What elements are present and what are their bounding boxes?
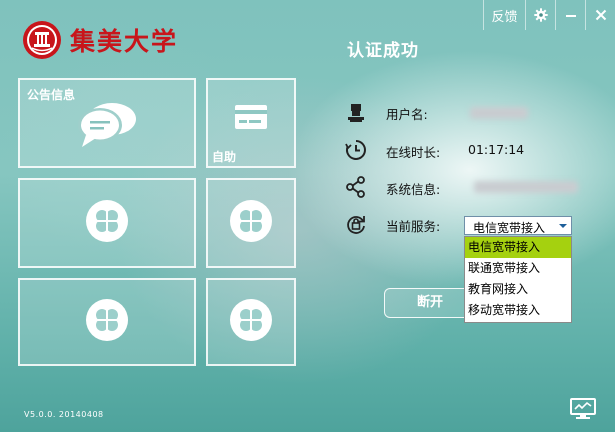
chevron-down-icon[interactable] (555, 217, 571, 234)
clover-icon (85, 199, 129, 247)
notice-tile-label: 公告信息 (27, 88, 76, 102)
university-logo: 集美大学 (22, 20, 178, 60)
username-value-redacted (470, 107, 528, 119)
service-select-value: 电信宽带接入 (473, 221, 546, 235)
service-select[interactable]: 电信宽带接入 (464, 216, 572, 235)
notice-tile[interactable]: 公告信息 (18, 78, 196, 168)
system-info-label: 系统信息: (386, 182, 441, 197)
app-tile-2[interactable] (206, 178, 296, 268)
service-option[interactable]: 联通宽带接入 (465, 258, 571, 279)
feedback-label: 反馈 (491, 9, 518, 25)
clock-icon (345, 140, 366, 160)
app-tile-1[interactable] (18, 178, 196, 268)
disconnect-label: 断开 (416, 295, 443, 310)
clover-icon (229, 298, 273, 346)
university-seal-icon (23, 21, 61, 59)
user-icon (348, 104, 364, 122)
service-option[interactable]: 教育网接入 (465, 279, 571, 300)
service-option[interactable]: 电信宽带接入 (465, 237, 571, 258)
online-time-label: 在线时长: (386, 145, 441, 160)
service-option[interactable]: 移动宽带接入 (465, 300, 571, 321)
current-service-row: 当前服务: (344, 212, 440, 236)
self-service-tile[interactable]: 自助 (206, 78, 296, 168)
service-dropdown-menu: 电信宽带接入 联通宽带接入 教育网接入 移动宽带接入 (464, 236, 572, 323)
gear-icon (533, 8, 548, 22)
disconnect-button[interactable]: 断开 (384, 288, 476, 318)
network-monitor-icon[interactable] (570, 398, 596, 420)
username-row: 用户名: (344, 100, 428, 124)
client-window: 反馈 集美大学 公告信息 自助 认证成功 用户名: 在线时长: 01:17:14… (0, 0, 615, 432)
title-bar-controls: 反馈 (483, 0, 615, 30)
card-icon (235, 105, 267, 129)
share-icon (346, 176, 365, 198)
app-tile-3[interactable] (18, 278, 196, 366)
app-tile-4[interactable] (206, 278, 296, 366)
chat-bubble-icon (78, 103, 136, 147)
minimize-button[interactable] (555, 0, 585, 30)
close-icon (595, 9, 606, 21)
settings-button[interactable] (525, 0, 555, 30)
current-service-label: 当前服务: (386, 219, 441, 234)
refresh-lock-icon (347, 216, 365, 234)
online-time-value: 01:17:14 (468, 142, 525, 157)
system-info-value-redacted (474, 181, 578, 193)
username-label: 用户名: (386, 107, 428, 122)
online-time-row: 在线时长: 01:17:14 (344, 138, 524, 162)
version-label: V5.0.0. 20140408 (24, 410, 104, 419)
minimize-icon (565, 15, 576, 17)
auth-status-title: 认证成功 (347, 41, 419, 61)
feedback-button[interactable]: 反馈 (483, 0, 525, 30)
clover-icon (229, 199, 273, 247)
close-button[interactable] (585, 0, 615, 30)
system-info-row: 系统信息: (344, 175, 440, 199)
clover-icon (85, 298, 129, 346)
university-name: 集美大学 (70, 27, 179, 56)
self-service-tile-label: 自助 (212, 150, 237, 164)
